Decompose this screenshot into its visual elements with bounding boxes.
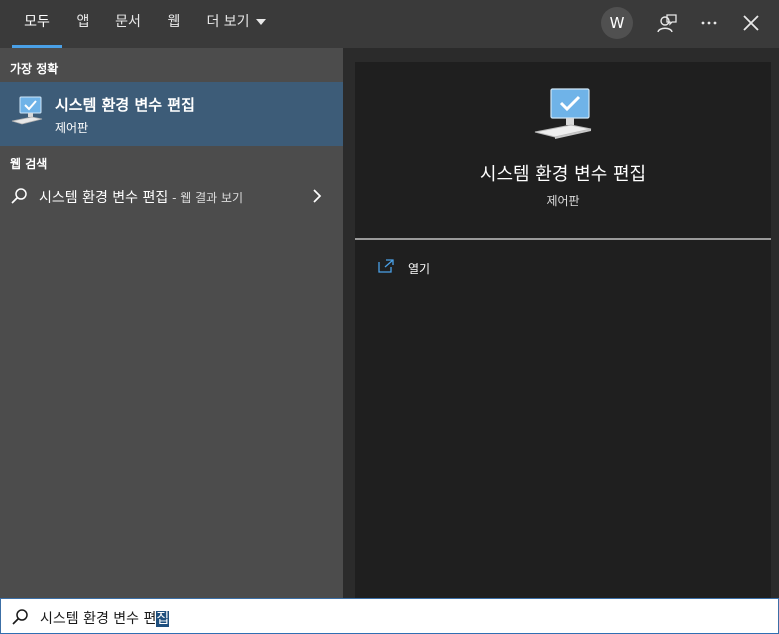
account-avatar[interactable]: W bbox=[601, 7, 633, 39]
tab-more[interactable]: 더 보기 bbox=[200, 0, 272, 48]
more-icon[interactable] bbox=[694, 9, 724, 39]
search-icon bbox=[12, 609, 28, 625]
best-match-item[interactable]: 시스템 환경 변수 편집 제어판 bbox=[0, 82, 343, 146]
tab-documents[interactable]: 문서 bbox=[108, 0, 148, 48]
search-selected-text: 집 bbox=[156, 611, 170, 627]
results-panel: 가장 정확 시스템 환경 변수 편집 제어판 웹 검색 시스템 환경 변수 편집… bbox=[0, 48, 343, 598]
best-match-header: 가장 정확 bbox=[10, 62, 59, 76]
web-search-item[interactable]: 시스템 환경 변수 편집 - 웹 결과 보기 bbox=[0, 178, 343, 214]
detail-subtitle: 제어판 bbox=[546, 194, 580, 208]
caret-down-icon bbox=[255, 19, 266, 25]
control-panel-computer-icon-large bbox=[534, 88, 592, 139]
feedback-icon[interactable] bbox=[652, 9, 682, 39]
close-icon[interactable] bbox=[736, 9, 766, 39]
web-search-header: 웹 검색 bbox=[10, 157, 48, 171]
best-match-subtitle: 제어판 bbox=[55, 121, 89, 135]
open-external-icon bbox=[378, 259, 394, 273]
detail-title: 시스템 환경 변수 편집 bbox=[479, 164, 647, 185]
windows-search-window: 모두 앱 문서 웹 더 보기 W 가장 정확 시스템 환경 변수 편집 제어판 … bbox=[0, 0, 779, 634]
chevron-right-icon[interactable] bbox=[311, 188, 323, 204]
search-input[interactable]: 시스템 환경 변수 편집 bbox=[40, 608, 170, 628]
web-search-suffix: - 웹 결과 보기 bbox=[168, 191, 244, 205]
detail-pane: 시스템 환경 변수 편집 제어판 열기 bbox=[355, 62, 771, 598]
tab-web[interactable]: 웹 bbox=[160, 0, 188, 48]
control-panel-computer-icon bbox=[11, 96, 43, 125]
detail-pane-wrapper: 시스템 환경 변수 편집 제어판 열기 bbox=[343, 48, 779, 598]
open-action-label: 열기 bbox=[408, 262, 431, 276]
search-box[interactable]: 시스템 환경 변수 편집 bbox=[0, 598, 779, 634]
top-bar: 모두 앱 문서 웹 더 보기 W bbox=[0, 0, 779, 48]
web-search-text: 시스템 환경 변수 편집 - 웹 결과 보기 bbox=[39, 190, 244, 206]
tab-apps[interactable]: 앱 bbox=[68, 0, 98, 48]
best-match-title: 시스템 환경 변수 편집 bbox=[55, 96, 195, 114]
search-icon bbox=[11, 188, 27, 204]
detail-divider bbox=[355, 238, 771, 240]
tab-all[interactable]: 모두 bbox=[12, 0, 62, 48]
